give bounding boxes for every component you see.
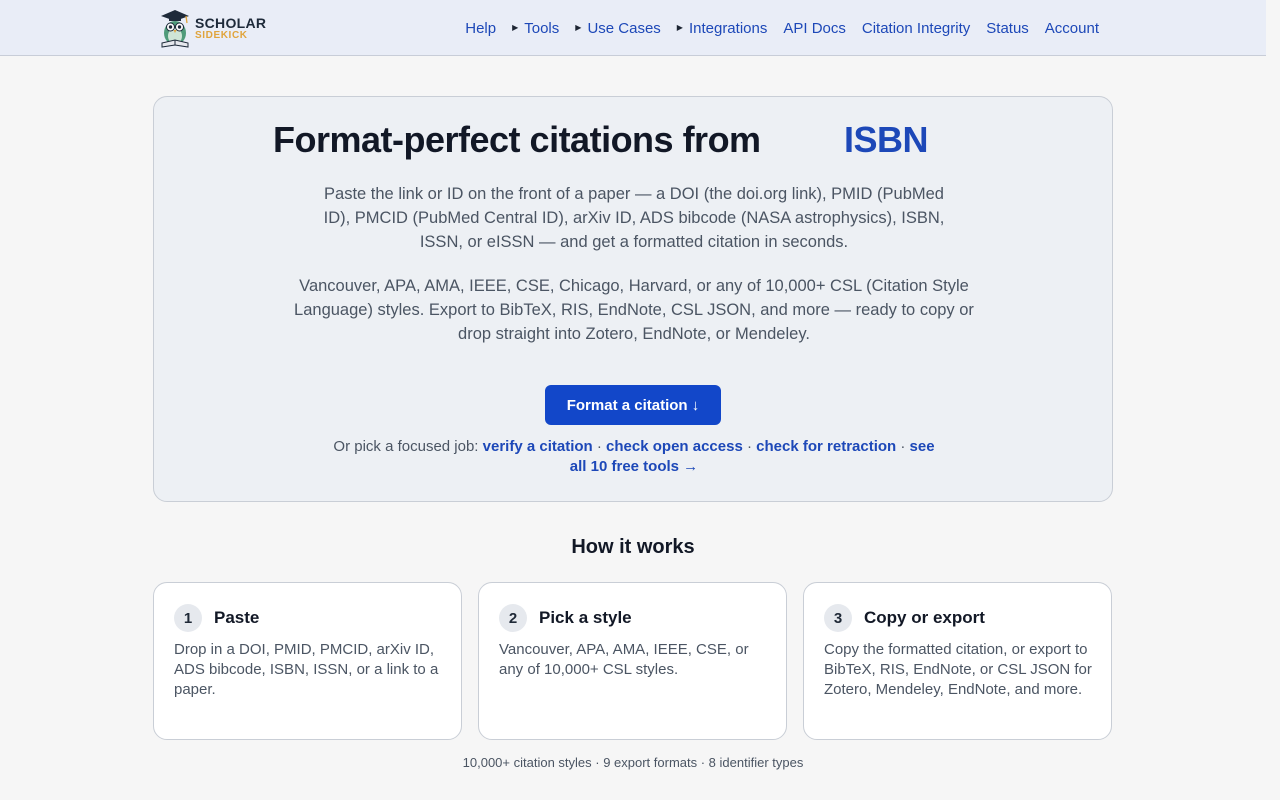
nav-use-cases-label: Use Cases (587, 19, 661, 37)
hero-panel: Format-perfect citations from ISBN Paste… (153, 96, 1113, 502)
separator: · (900, 438, 906, 455)
nav-tools-label: Tools (524, 19, 560, 37)
logo-wordmark-top: SCHOLAR (195, 14, 267, 31)
nav-citation-integrity[interactable]: Citation Integrity (862, 20, 970, 37)
format-citation-button[interactable]: Format a citation ↓ (545, 385, 721, 425)
step-number: 2 (499, 604, 527, 632)
caret-right-icon: ▶ (512, 22, 519, 32)
check-retraction-link[interactable]: check for retraction (756, 438, 896, 455)
check-open-access-link[interactable]: check open access (606, 438, 743, 455)
logo-wordmark-bottom: SIDEKICK (195, 29, 248, 41)
nav-status[interactable]: Status (986, 20, 1029, 37)
step-title: Paste (214, 608, 260, 627)
page-scrollbar[interactable] (1266, 0, 1280, 800)
nav-api-docs[interactable]: API Docs (783, 20, 846, 37)
nav-use-cases-dropdown[interactable]: ▶ Use Cases (575, 20, 661, 37)
hero-lead-styles: Vancouver, APA, AMA, IEEE, CSE, Chicago,… (294, 277, 974, 343)
step-body: Copy the formatted citation, or export t… (824, 641, 1092, 698)
hero-title-prefix: Format-perfect citations from (273, 119, 761, 160)
step-title: Copy or export (864, 608, 985, 627)
main-nav: Help ▶ Tools ▶ Use Cases ▶ Integrations … (465, 0, 1099, 56)
caret-right-icon: ▶ (575, 22, 582, 32)
caret-right-icon: ▶ (676, 22, 683, 32)
hero-title-rotating-identifier: ISBN (844, 119, 929, 160)
owl-graduate-icon (161, 10, 189, 48)
verify-citation-link[interactable]: verify a citation (483, 438, 593, 455)
stats-summary: 10,000+ citation styles · 9 export forma… (462, 755, 804, 770)
nav-tools-dropdown[interactable]: ▶ Tools (512, 20, 559, 37)
separator: · (746, 438, 752, 455)
step-title: Pick a style (539, 608, 632, 627)
step-body: Drop in a DOI, PMID, PMCID, arXiv ID, AD… (174, 641, 439, 698)
nav-integrations-label: Integrations (688, 19, 768, 37)
focused-jobs-prefix: Or pick a focused job: (333, 438, 479, 455)
hero-lead: Paste the link or ID on the front of a p… (323, 185, 945, 251)
nav-help[interactable]: Help (465, 20, 496, 37)
step-body: Vancouver, APA, AMA, IEEE, CSE, or any o… (499, 641, 749, 678)
nav-account[interactable]: Account (1045, 20, 1099, 37)
site-logo[interactable]: SCHOLAR SIDEKICK (158, 7, 268, 49)
site-header: SCHOLAR SIDEKICK Help ▶ Tools ▶ Use Case… (0, 0, 1266, 56)
separator: · (596, 438, 602, 455)
step-card-paste: 1 Paste Drop in a DOI, PMID, PMCID, arXi… (153, 582, 462, 740)
how-it-works-heading: How it works (571, 536, 695, 558)
focused-jobs: Or pick a focused job: verify a citation… (324, 437, 944, 477)
step-card-pick-style: 2 Pick a style Vancouver, APA, AMA, IEEE… (478, 582, 787, 740)
step-card-copy-export: 3 Copy or export Copy the formatted cita… (803, 582, 1112, 740)
step-number: 3 (824, 604, 852, 632)
step-number: 1 (174, 604, 202, 632)
nav-integrations-dropdown[interactable]: ▶ Integrations (677, 20, 768, 37)
